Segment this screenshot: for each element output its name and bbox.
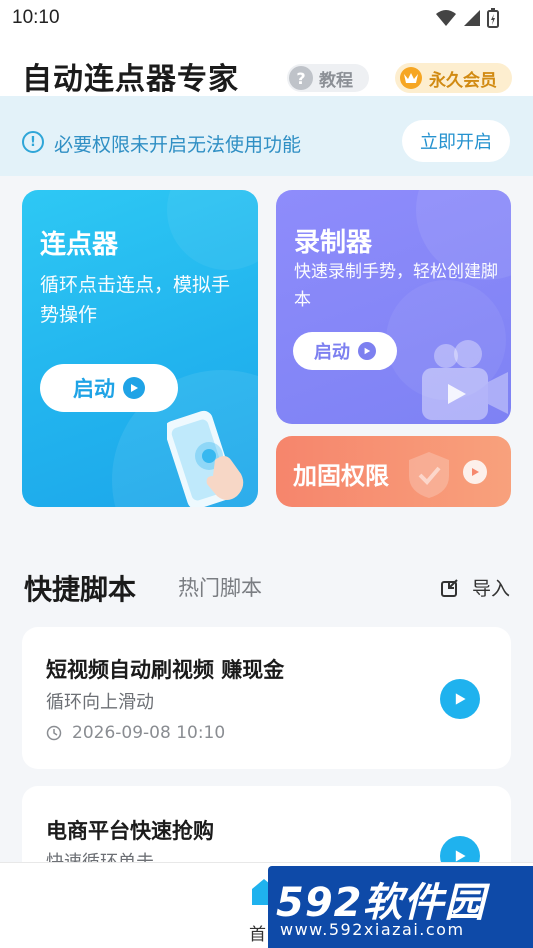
script-play-button[interactable] [440,679,480,719]
play-icon [455,693,466,705]
vip-label: 永久会员 [429,70,497,91]
battery-icon [487,8,499,28]
clicker-title: 连点器 [40,230,119,260]
tutorial-button[interactable]: ? 教程 [287,64,369,92]
script-time: 2026-09-08 10:10 [46,723,225,743]
play-icon [123,377,145,399]
banner-message: 必要权限未开启无法使用功能 [54,134,302,156]
recorder-start-label: 启动 [314,342,350,363]
script-subtitle: 循环向上滑动 [46,692,154,713]
permission-banner: ! 必要权限未开启无法使用功能 立即开启 [0,96,533,176]
tutorial-label: 教程 [319,70,353,91]
clicker-start-label: 启动 [73,377,115,401]
script-item[interactable]: 短视频自动刷视频 赚现金 循环向上滑动 2026-09-08 10:10 [22,627,511,769]
import-button[interactable]: 导入 [440,574,510,601]
reinforce-permission-card[interactable]: 加固权限 [276,436,511,507]
recorder-start-button[interactable]: 启动 [293,332,397,370]
help-icon: ? [289,66,313,90]
clicker-start-button[interactable]: 启动 [40,364,178,412]
signal-icon [464,10,480,26]
clock-icon [46,725,62,741]
app-header: 自动连点器专家 ? 教程 永久会员 [0,36,533,97]
vip-button[interactable]: 永久会员 [395,63,512,93]
clicker-card[interactable]: 连点器 循环点击连点，模拟手势操作 启动 [22,190,258,507]
play-icon [463,460,487,484]
recorder-card[interactable]: 录制器 快速录制手势，轻松创建脚本 启动 [276,190,511,424]
permission-title: 加固权限 [293,462,389,490]
script-time-text: 2026-09-08 10:10 [72,723,226,743]
tab-quick-scripts[interactable]: 快捷脚本 [24,568,136,608]
script-title: 电商平台快速抢购 [46,819,214,843]
clicker-desc: 循环点击连点，模拟手势操作 [40,274,231,326]
shield-icon [409,452,449,498]
tab-hot-scripts[interactable]: 热门脚本 [178,572,262,602]
script-title: 短视频自动刷视频 赚现金 [46,658,285,682]
status-bar: 10:10 [0,0,533,36]
info-icon: ! [22,131,44,153]
import-icon [441,578,458,597]
status-icons [435,8,499,28]
crown-icon [400,67,422,89]
status-time: 10:10 [12,7,60,28]
play-icon [358,342,376,360]
nav-home-label[interactable]: 首 [249,920,266,945]
camera-illustration [422,340,508,420]
play-icon [455,850,466,862]
app-title: 自动连点器专家 [22,62,239,97]
phone-tap-illustration [167,410,244,507]
import-label: 导入 [472,578,511,600]
recorder-title: 录制器 [294,228,373,258]
wifi-icon [436,10,456,26]
script-tabs: 快捷脚本 热门脚本 导入 [0,560,533,612]
watermark-url: www.592xiazai.com [280,920,465,939]
site-watermark: 592软件园 www.592xiazai.com [268,866,533,948]
enable-now-button[interactable]: 立即开启 [402,120,510,162]
recorder-desc: 快速录制手势，轻松创建脚本 [294,262,498,310]
